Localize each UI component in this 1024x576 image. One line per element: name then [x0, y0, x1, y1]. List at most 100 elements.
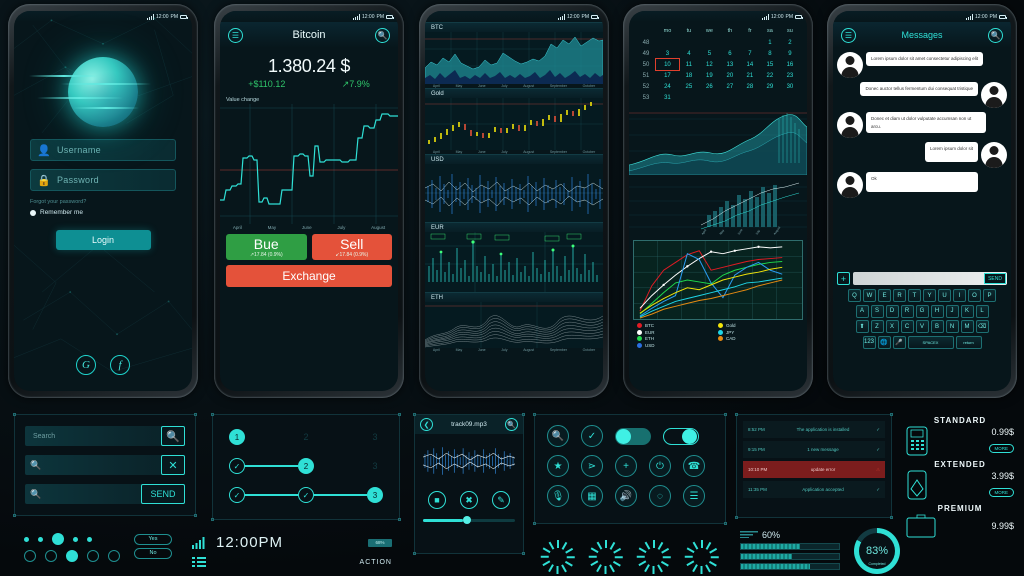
- calendar-day[interactable]: [760, 92, 780, 103]
- calendar-day[interactable]: 2: [780, 37, 800, 48]
- calendar-day[interactable]: 31: [656, 92, 679, 103]
- calendar-day[interactable]: 18: [679, 70, 699, 81]
- forgot-password-link[interactable]: Forgot your password?: [30, 199, 176, 205]
- key-s[interactable]: S: [870, 304, 884, 318]
- calendar-day[interactable]: [740, 37, 760, 48]
- search-icon[interactable]: 🔍: [505, 418, 518, 431]
- progress-slider[interactable]: [423, 516, 515, 524]
- slider-knob[interactable]: [463, 516, 472, 524]
- power-icon[interactable]: ⏻: [649, 455, 671, 477]
- key-u[interactable]: U: [938, 289, 951, 302]
- remember-me-row[interactable]: Remember me: [30, 209, 176, 216]
- more-button[interactable]: MORE: [988, 488, 1014, 497]
- dot[interactable]: [73, 536, 78, 542]
- add-attachment-icon[interactable]: +: [837, 272, 850, 285]
- shift-key[interactable]: ⬆: [855, 320, 869, 333]
- username-input[interactable]: 👤 Username: [30, 139, 176, 161]
- calendar-day[interactable]: 26: [699, 81, 720, 92]
- chart-block-gold[interactable]: Gold April May June July August Septembe…: [425, 88, 603, 154]
- action-label[interactable]: ACTION: [360, 559, 392, 566]
- menu-icon[interactable]: ☰: [228, 27, 243, 43]
- step-node-3[interactable]: 3: [367, 429, 383, 445]
- key-a[interactable]: A: [855, 304, 869, 318]
- password-input[interactable]: 🔒 Password: [30, 169, 176, 191]
- calendar-day[interactable]: 19: [699, 70, 720, 81]
- calendar-widget[interactable]: mo tu we th fr sa su 48 1 2 49 3 4 5 6 7…: [629, 22, 807, 105]
- calendar-day[interactable]: 25: [679, 81, 699, 92]
- plus-icon[interactable]: +: [615, 455, 637, 477]
- phone-icon[interactable]: ☎: [683, 455, 705, 477]
- calendar-day[interactable]: 27: [720, 81, 740, 92]
- calendar-day[interactable]: 4: [679, 48, 699, 59]
- check-icon[interactable]: ✓: [581, 425, 603, 447]
- calendar-day[interactable]: 11: [679, 59, 699, 70]
- notification-row[interactable]: 11:35 PM Application accepted ✓: [743, 481, 885, 498]
- key-w[interactable]: W: [863, 289, 876, 302]
- chart-block-eur[interactable]: EUR: [425, 222, 603, 292]
- key-i[interactable]: I: [953, 289, 966, 302]
- key-h[interactable]: H: [930, 304, 944, 318]
- edit-icon[interactable]: ✎: [492, 491, 510, 509]
- step-node-2[interactable]: ✓: [298, 487, 314, 503]
- chart-block-usd[interactable]: USD: [425, 154, 603, 222]
- calendar-day[interactable]: 17: [656, 70, 679, 81]
- dot[interactable]: [87, 536, 92, 542]
- search-button[interactable]: 🔍: [161, 426, 185, 446]
- chart-block-btc[interactable]: BTC April May June July August September…: [425, 22, 603, 88]
- calendar-day[interactable]: 20: [720, 70, 740, 81]
- send-button[interactable]: SEND: [984, 273, 1006, 284]
- return-key[interactable]: return: [955, 335, 982, 349]
- calendar-day[interactable]: 29: [760, 81, 780, 92]
- notification-row[interactable]: 9:15 PM 1 new message ✓: [743, 441, 885, 458]
- toggle-outline[interactable]: [663, 427, 699, 445]
- search-icon[interactable]: 🔍: [375, 27, 390, 43]
- calendar-day[interactable]: 15: [760, 59, 780, 70]
- key-p[interactable]: P: [983, 289, 996, 302]
- calendar-day[interactable]: 28: [740, 81, 760, 92]
- ring[interactable]: [108, 550, 120, 562]
- key-n[interactable]: N: [945, 320, 959, 333]
- key-k[interactable]: K: [960, 304, 974, 318]
- ring[interactable]: [45, 550, 57, 562]
- search-icon[interactable]: 🔍: [988, 27, 1003, 43]
- calendar-day[interactable]: 6: [720, 48, 740, 59]
- key-o[interactable]: O: [968, 289, 981, 302]
- mic-icon[interactable]: 🎤: [892, 335, 906, 349]
- calendar-day[interactable]: [699, 37, 720, 48]
- key-l[interactable]: L: [975, 304, 989, 318]
- calendar-day[interactable]: [720, 37, 740, 48]
- list-icon[interactable]: [192, 557, 206, 567]
- key-z[interactable]: Z: [870, 320, 884, 333]
- calendar-day[interactable]: 13: [720, 59, 740, 70]
- key-y[interactable]: Y: [923, 289, 936, 302]
- toggle-on[interactable]: [615, 427, 651, 445]
- numeric-key[interactable]: 123: [862, 335, 876, 349]
- step-node-1[interactable]: ✓: [229, 458, 245, 474]
- notification-row[interactable]: 8:52 PM The application is installed ✓: [743, 421, 885, 438]
- share-icon[interactable]: ⋗: [581, 455, 603, 477]
- calendar-day[interactable]: 14: [740, 59, 760, 70]
- step-node-2[interactable]: 2: [298, 429, 314, 445]
- key-t[interactable]: T: [908, 289, 921, 302]
- calendar-day[interactable]: 24: [656, 81, 679, 92]
- calendar-day[interactable]: [679, 92, 699, 103]
- calendar-day[interactable]: 7: [740, 48, 760, 59]
- back-icon[interactable]: ❮: [420, 418, 433, 431]
- calendar-day[interactable]: 8: [760, 48, 780, 59]
- no-button[interactable]: No: [134, 547, 172, 559]
- circle-icon[interactable]: ◌: [649, 485, 671, 507]
- chart-block-eth[interactable]: ETH April May June July August September…: [425, 292, 603, 352]
- stepper-row-1[interactable]: 1 2 3: [229, 429, 383, 445]
- google-icon[interactable]: G: [76, 355, 96, 375]
- stop-icon[interactable]: ■: [428, 491, 446, 509]
- remember-me-radio[interactable]: [30, 209, 36, 216]
- ring[interactable]: [87, 550, 99, 562]
- dot-active[interactable]: [52, 533, 64, 545]
- key-r[interactable]: R: [893, 289, 906, 302]
- key-q[interactable]: Q: [848, 289, 861, 302]
- calendar-day[interactable]: 1: [760, 37, 780, 48]
- more-button[interactable]: MORE: [988, 444, 1014, 453]
- search-icon[interactable]: 🔍: [547, 425, 569, 447]
- key-m[interactable]: M: [960, 320, 974, 333]
- dot-indicator-row[interactable]: [24, 533, 120, 545]
